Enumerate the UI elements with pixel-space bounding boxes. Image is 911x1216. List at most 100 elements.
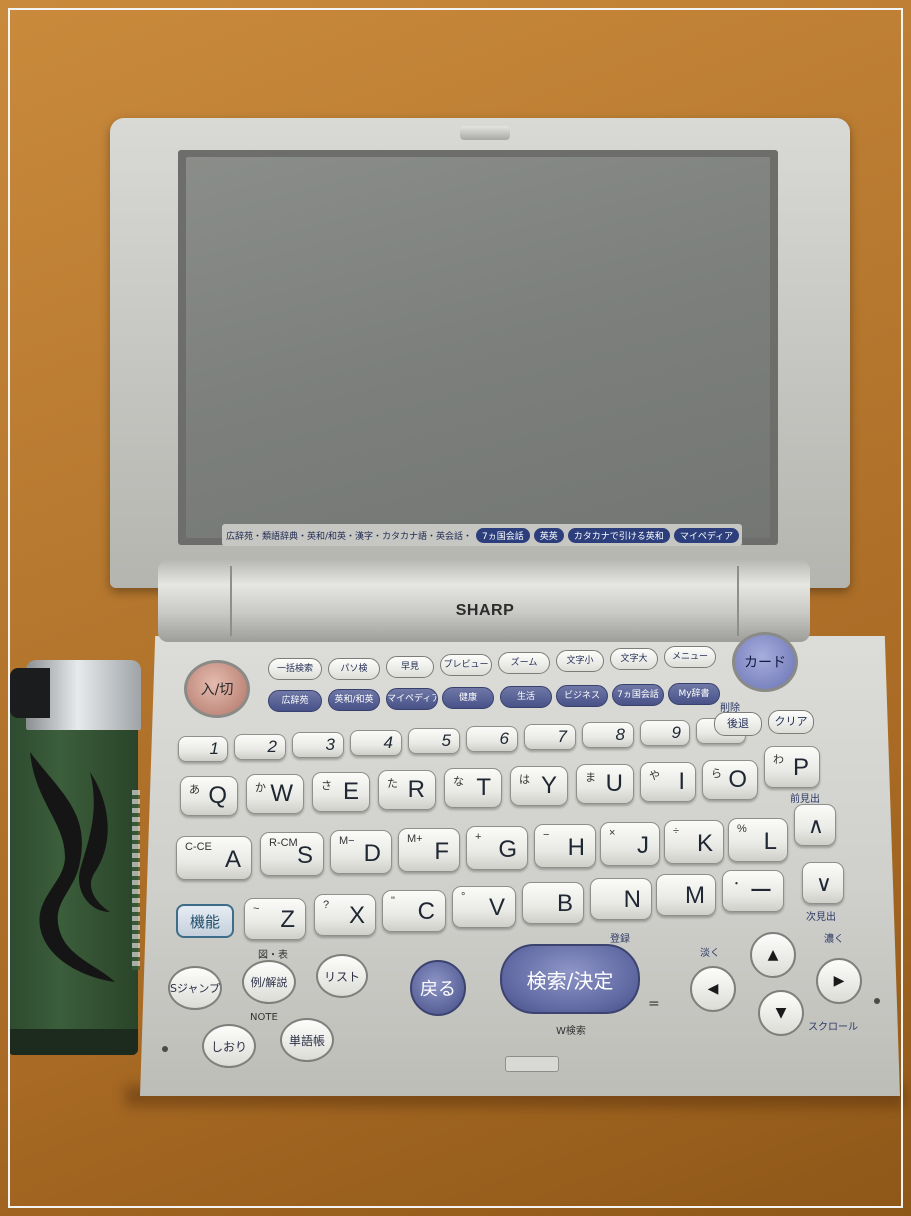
scroll-label: スクロール	[808, 1022, 858, 1033]
key-u[interactable]: まU	[576, 764, 634, 804]
banner-pill-english: 英英	[533, 527, 564, 543]
arrow-down-button[interactable]: ▼	[758, 990, 804, 1036]
btn-text-small[interactable]: 文字小	[556, 650, 604, 672]
key-7[interactable]: 7	[524, 724, 576, 750]
photo-scene: 広辞苑・類語辞典・英和/和英・漢字・カタカナ語・英会話・ 7ヵ国会話 英英 カタ…	[0, 0, 911, 1216]
key-o[interactable]: らO	[702, 760, 758, 800]
key-g[interactable]: + G	[466, 826, 528, 870]
lcd-screen	[186, 157, 770, 538]
screw-right	[874, 998, 880, 1004]
delete-label: 削除	[720, 703, 740, 714]
key-w[interactable]: かW	[246, 774, 304, 814]
brand-logo: SHARP	[455, 602, 515, 619]
dictionary-list-banner: 広辞苑・類語辞典・英和/和英・漢字・カタカナ語・英会話・ 7ヵ国会話 英英 カタ…	[222, 524, 742, 546]
key-k[interactable]: ÷ K	[664, 820, 724, 864]
key-5[interactable]: 5	[408, 728, 460, 754]
key-z[interactable]: ~ Z	[244, 898, 306, 940]
btn-preview[interactable]: プレビュー	[440, 654, 492, 676]
key-d[interactable]: M− D	[330, 830, 392, 874]
power-button[interactable]: 入/切	[184, 660, 250, 718]
list-button[interactable]: リスト	[316, 954, 368, 998]
clear-key[interactable]: クリア	[768, 710, 814, 734]
key-i[interactable]: やI	[640, 762, 696, 802]
key-y[interactable]: はY	[510, 766, 568, 806]
key-t[interactable]: なT	[444, 768, 502, 808]
key-e[interactable]: さE	[312, 772, 370, 812]
s-jump-button[interactable]: Sジャンプ	[168, 966, 222, 1010]
wordbook-button[interactable]: 単語帳	[280, 1018, 334, 1062]
btn-my-dictionary[interactable]: My辞書	[668, 683, 720, 705]
key-p[interactable]: わP	[764, 746, 820, 788]
lighter-stripe	[132, 790, 140, 970]
btn-quick-view[interactable]: 早見	[386, 656, 434, 678]
note-label: NOTE	[250, 1012, 278, 1023]
lighter-contrast-label: 淡く	[700, 948, 720, 959]
lighter-cap	[10, 660, 141, 730]
example-explanation-button[interactable]: 例/解説	[242, 960, 296, 1004]
key-q[interactable]: あQ	[180, 776, 238, 816]
btn-eiwa-waei[interactable]: 英和/和英	[328, 689, 380, 711]
card-button[interactable]: カード	[732, 632, 798, 692]
key-x[interactable]: ? X	[314, 894, 376, 936]
equals-label: =	[648, 996, 660, 1012]
key-6[interactable]: 6	[466, 726, 518, 752]
bookmark-button[interactable]: しおり	[202, 1024, 256, 1068]
key-l[interactable]: % L	[728, 818, 788, 862]
lighter	[8, 660, 146, 1055]
function-key[interactable]: 機能	[176, 904, 234, 938]
key-f[interactable]: M+ F	[398, 828, 460, 872]
key-v[interactable]: ° V	[452, 886, 516, 928]
key-n[interactable]: N	[590, 878, 652, 920]
banner-pill-katakana: カタカナで引ける英和	[567, 527, 670, 543]
key-down-heading[interactable]: ∨	[802, 862, 844, 904]
arrow-up-button[interactable]: ▲	[750, 932, 796, 978]
key-4[interactable]: 4	[350, 730, 402, 756]
btn-7-languages[interactable]: 7ヵ国会話	[612, 684, 664, 706]
arrow-right-button[interactable]: ▶	[816, 958, 862, 1004]
btn-batch-search[interactable]: 一括検索	[268, 658, 322, 680]
next-heading-label: 次見出	[806, 912, 836, 923]
key-h[interactable]: − H	[534, 824, 596, 868]
darker-contrast-label: 濃く	[824, 934, 844, 945]
key-j[interactable]: × J	[600, 822, 660, 866]
key-long-dash[interactable]: ・ー	[722, 870, 784, 912]
w-search-label: W検索	[556, 1026, 586, 1037]
banner-pill-mypedia: マイペディア	[673, 527, 740, 543]
btn-mypedia[interactable]: マイペディア	[386, 688, 438, 710]
key-a[interactable]: C-CE A	[176, 836, 252, 880]
key-2[interactable]: 2	[234, 734, 286, 760]
screw-left	[162, 1046, 168, 1052]
btn-text-large[interactable]: 文字大	[610, 648, 658, 670]
key-8[interactable]: 8	[582, 722, 634, 748]
btn-pasoken[interactable]: パソ検	[328, 658, 380, 680]
key-s[interactable]: R-CM S	[260, 832, 324, 876]
btn-health[interactable]: 健康	[442, 687, 494, 709]
prev-heading-label: 前見出	[790, 794, 820, 805]
key-r[interactable]: たR	[378, 770, 436, 810]
hinge-seam	[230, 566, 739, 636]
btn-life[interactable]: 生活	[500, 686, 552, 708]
key-3[interactable]: 3	[292, 732, 344, 758]
key-m[interactable]: M	[656, 874, 716, 916]
arrow-left-icon: ◀	[707, 981, 719, 997]
lid-notch	[460, 126, 510, 140]
arrow-left-button[interactable]: ◀	[690, 966, 736, 1012]
key-9[interactable]: 9	[640, 720, 690, 746]
arrow-up-icon: ▲	[767, 947, 779, 963]
backspace-key[interactable]: 後退	[714, 712, 762, 736]
key-b[interactable]: B	[522, 882, 584, 924]
key-up-heading[interactable]: ∧	[794, 804, 836, 846]
btn-menu[interactable]: メニュー	[664, 646, 716, 668]
banner-text: 広辞苑・類語辞典・英和/和英・漢字・カタカナ語・英会話・	[226, 531, 473, 542]
back-button[interactable]: 戻る	[410, 960, 466, 1016]
btn-kojien[interactable]: 広辞苑	[268, 690, 322, 712]
btn-business[interactable]: ビジネス	[556, 685, 608, 707]
register-label: 登録	[610, 934, 630, 945]
key-c[interactable]: " C	[382, 890, 446, 932]
key-1[interactable]: 1	[178, 736, 228, 762]
figure-table-label: 図・表	[258, 950, 288, 961]
lighter-base	[8, 1029, 138, 1055]
banner-pill-7-languages: 7ヵ国会話	[476, 527, 530, 543]
btn-zoom[interactable]: ズーム	[498, 652, 550, 674]
search-enter-button[interactable]: 検索/決定	[500, 944, 640, 1014]
